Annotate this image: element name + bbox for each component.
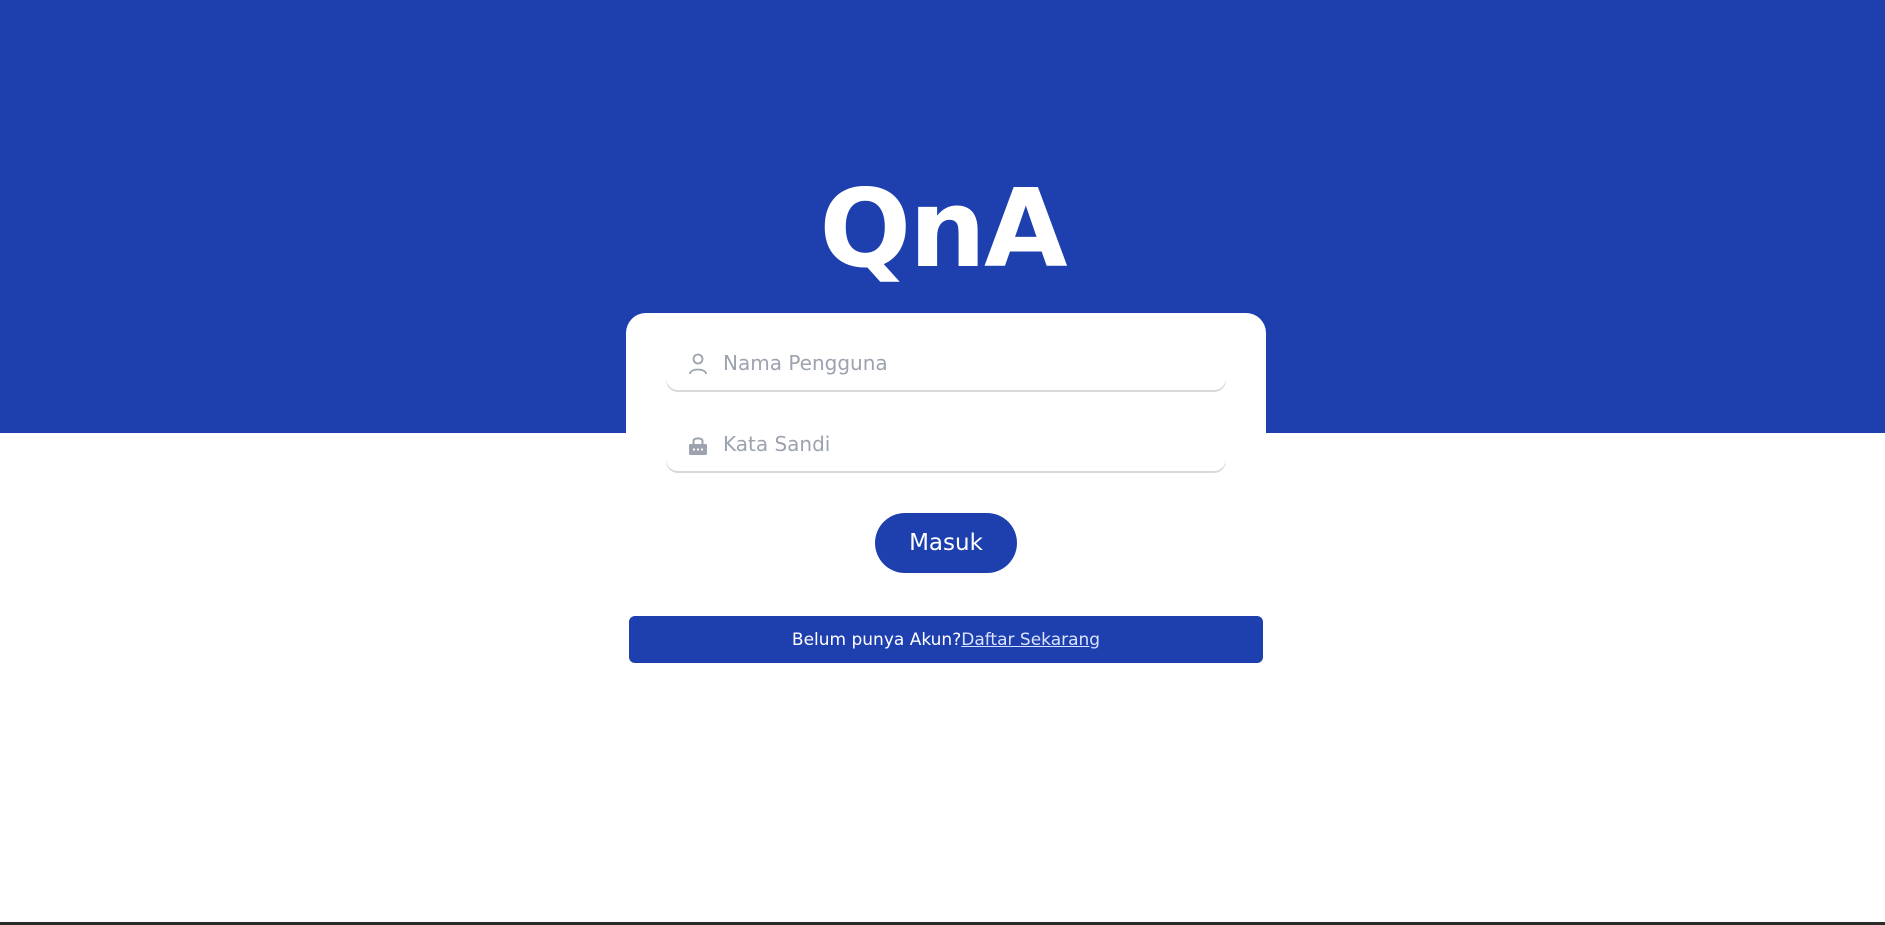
register-link[interactable]: Daftar Sekarang: [961, 630, 1100, 650]
login-page: QnA Masuk: [0, 0, 1885, 925]
app-title: QnA: [819, 167, 1067, 292]
password-field[interactable]: [666, 418, 1226, 471]
username-input[interactable]: [723, 345, 1203, 381]
password-input[interactable]: [723, 426, 1203, 462]
login-button[interactable]: Masuk: [875, 513, 1017, 573]
lock-icon: [688, 434, 708, 456]
username-field[interactable]: [666, 337, 1226, 390]
register-bar: Belum punya Akun? Daftar Sekarang: [629, 616, 1263, 663]
user-icon: [688, 353, 708, 375]
login-card: Masuk: [626, 313, 1266, 608]
register-prompt: Belum punya Akun?: [791, 629, 962, 650]
